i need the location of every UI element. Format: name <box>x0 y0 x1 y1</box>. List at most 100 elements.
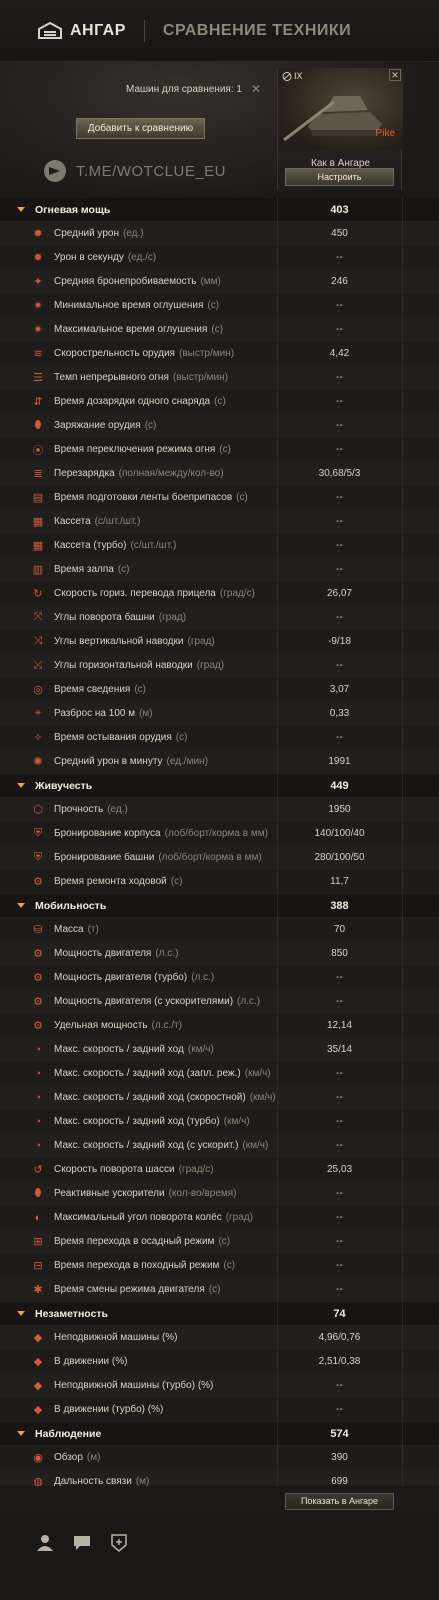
camo-still-turbo-icon: ◆ <box>33 1380 43 1392</box>
stat-unit: (с) <box>134 684 146 695</box>
stat-label-text: Углы горизонтальной наводки <box>54 660 193 671</box>
hangar-nav-link[interactable]: АНГАР <box>70 22 126 40</box>
chevron-down-icon[interactable] <box>17 206 25 213</box>
section-header-row[interactable]: Незаметность 74 <box>0 1302 439 1326</box>
stat-value: -- <box>336 1212 343 1223</box>
stat-label-text: Минимальное время оглушения <box>54 300 204 311</box>
section-title: Огневая мощь <box>35 203 111 216</box>
stat-label-text: Максимальное время оглушения <box>54 324 208 335</box>
stat-unit: (м) <box>86 1452 101 1463</box>
section-header-row[interactable]: Огневая мощь 403 <box>0 198 439 222</box>
clan-icon[interactable] <box>110 1534 128 1552</box>
stat-unit: (град) <box>158 612 187 623</box>
stat-label-text: Скорость гориз. перевода прицела <box>54 588 216 599</box>
penetration-icon: ✦ <box>33 276 43 288</box>
stat-value: -- <box>336 516 343 527</box>
stat-label-text: В движении (турбо) (%) <box>54 1404 164 1415</box>
stat-value: 4,42 <box>329 348 350 359</box>
stat-label-text: Масса <box>54 924 84 935</box>
stat-value: 1950 <box>328 804 351 815</box>
stat-row: ⊞ Время перехода в осадный режим (с) -- <box>0 1230 439 1254</box>
stat-value: 246 <box>331 276 348 287</box>
stat-label-text: Средний урон <box>54 228 119 239</box>
stat-value: 3,07 <box>329 684 350 695</box>
stats-table: Огневая мощь 403 ✹ Средний урон (ед.) 450 ✸ Уро… <box>0 198 439 1494</box>
stat-label: Углы горизонтальной наводки (град) <box>54 660 224 671</box>
section-header-row[interactable]: Мобильность 388 <box>0 894 439 918</box>
rocket-icon: ⬮ <box>34 1187 42 1199</box>
stat-unit: (ед./с) <box>127 252 157 263</box>
stat-value: 140/100/40 <box>314 828 365 839</box>
stat-label-text: Средняя бронепробиваемость <box>54 276 197 287</box>
shell-icon: ✹ <box>33 228 43 240</box>
stat-unit: (т) <box>87 924 99 935</box>
stat-unit: (мм) <box>200 276 221 287</box>
stat-row: ✺ Средний урон в минуту (ед./мин) 1991 <box>0 750 439 774</box>
tank-name: Pike <box>375 128 395 139</box>
stat-row: ✦ Средняя бронепробиваемость (мм) 246 <box>0 270 439 294</box>
section-header-row[interactable]: Живучесть 449 <box>0 774 439 798</box>
hitpoints-icon: ⬡ <box>33 804 43 816</box>
stat-unit: (с) <box>223 1260 236 1271</box>
add-to-compare-button[interactable]: Добавить к сравнению <box>76 118 205 139</box>
hangar-icon[interactable] <box>38 22 62 39</box>
stat-value: 2,51/0,38 <box>318 1356 361 1367</box>
show-in-hangar-button[interactable]: Показать в Ангаре <box>285 1493 394 1510</box>
section-header-row[interactable]: Наблюдение 574 <box>0 1422 439 1446</box>
hull-armor-icon: ⛨ <box>33 827 43 839</box>
stat-label-text: В движении (%) <box>54 1356 128 1367</box>
chat-icon[interactable] <box>73 1534 91 1552</box>
stat-unit: (км/ч) <box>249 1092 276 1103</box>
stat-unit: (км/ч) <box>244 1068 271 1079</box>
stat-unit: (ед.) <box>107 804 128 815</box>
profile-icon[interactable] <box>36 1534 54 1552</box>
wheel-angle-icon: ◐ <box>34 1211 42 1224</box>
stat-value: -- <box>336 612 343 623</box>
stat-row: ⬡ Прочность (ед.) 1950 <box>0 798 439 822</box>
stat-label-text: Максимальный угол поворота колёс <box>54 1212 222 1223</box>
stat-label: Средний урон в минуту (ед./мин) <box>54 756 208 767</box>
chevron-down-icon[interactable] <box>17 1310 25 1317</box>
stat-unit: (с) <box>218 1236 231 1247</box>
stat-label-text: Углы вертикальной наводки <box>54 636 184 647</box>
chevron-down-icon[interactable] <box>17 1430 25 1437</box>
stat-unit: (град) <box>196 660 225 671</box>
traverse-icon: ↺ <box>33 1164 43 1176</box>
gun-traverse-icon: ↻ <box>33 588 43 600</box>
stat-label: Макс. скорость / задний ход (км/ч) <box>54 1044 214 1055</box>
stat-value: -- <box>336 324 343 335</box>
stat-unit: (с) <box>211 324 224 335</box>
stat-value: -- <box>336 1404 343 1415</box>
stat-row: ◐ Максимальный угол поворота колёс (град) -… <box>0 1206 439 1230</box>
chevron-down-icon[interactable] <box>17 782 25 789</box>
stat-unit: (выстр/мин) <box>172 372 228 383</box>
siege-mode-icon: ⊞ <box>33 1236 43 1248</box>
turret-armor-icon: ⛨ <box>33 851 43 863</box>
stat-row: ◆ В движении (турбо) (%) -- <box>0 1398 439 1422</box>
stat-row: ⤩ Углы горизонтальной наводки (град) -- <box>0 654 439 678</box>
stat-row: ↻ Скорость гориз. перевода прицела (град/с… <box>0 582 439 606</box>
stat-value: -- <box>336 300 343 311</box>
stat-value: 1991 <box>328 756 351 767</box>
stat-label-text: Удельная мощность <box>54 1020 148 1031</box>
stat-label-text: Скорость поворота шасси <box>54 1164 175 1175</box>
stat-unit: (град/с) <box>178 1164 214 1175</box>
chevron-down-icon[interactable] <box>17 902 25 909</box>
stat-label-text: Кассета (турбо) <box>54 540 127 551</box>
stat-row: ⌖ Разброс на 100 м (м) 0,33 <box>0 702 439 726</box>
stat-row: ▤ Время подготовки ленты боеприпасов (с) -- <box>0 486 439 510</box>
stat-unit: (ед./мин) <box>166 756 208 767</box>
stat-label-text: Заряжание орудия <box>54 420 141 431</box>
clear-compare-icon[interactable]: ✕ <box>251 82 261 96</box>
stat-label: Скорость гориз. перевода прицела (град/с) <box>54 588 255 599</box>
stun-icon: ✷ <box>33 324 43 336</box>
setup-button[interactable]: Настроить <box>285 168 394 186</box>
weight-icon: ⛁ <box>33 924 43 936</box>
remove-tank-icon[interactable]: ✕ <box>389 69 401 81</box>
nav-divider <box>143 19 145 42</box>
stat-row: ◔ Макс. скорость / задний ход (скоростной… <box>0 1086 439 1110</box>
stat-unit: (с) <box>236 492 248 503</box>
stat-label-text: Мощность двигателя (турбо) <box>54 972 188 983</box>
stat-unit: (с/шт./шт.) <box>94 516 141 527</box>
stat-value: 4,96/0,76 <box>318 1332 361 1343</box>
